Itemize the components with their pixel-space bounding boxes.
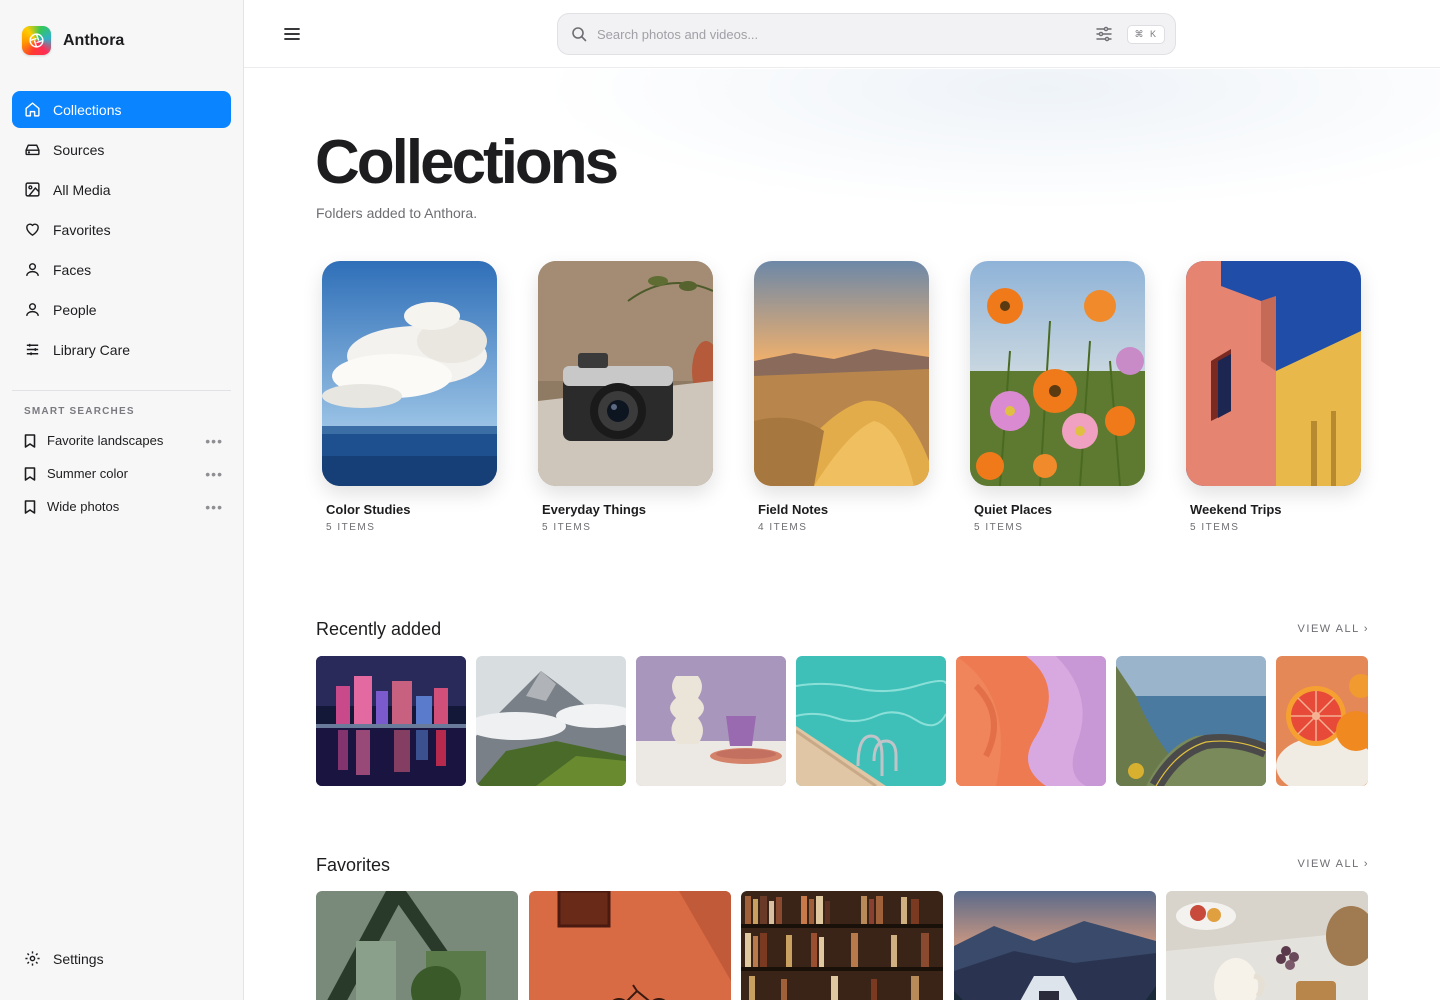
settings-button[interactable]: Settings — [24, 950, 104, 967]
media-thumbnail[interactable] — [528, 891, 731, 1000]
sidebar-item-label: Favorites — [53, 221, 111, 238]
smart-searches-heading: SMART SEARCHES — [24, 406, 135, 417]
collection-count: 5 ITEMS — [326, 522, 376, 533]
sidebar-item-collections[interactable]: Collections — [12, 91, 231, 128]
recently-added-heading: Recently added — [316, 619, 442, 639]
more-options-icon[interactable]: ••• — [205, 499, 223, 515]
sidebar-item-label: Collections — [53, 101, 122, 118]
page-title: Collections — [315, 128, 619, 197]
search-bar: ⌘ K — [557, 13, 1176, 55]
sidebar-divider — [12, 390, 231, 391]
sidebar-item-label: Library Care — [53, 341, 131, 358]
bookmark-icon — [24, 433, 36, 448]
brand[interactable]: Anthora — [22, 26, 124, 55]
collection-cover-image — [322, 261, 497, 486]
app-window: Anthora Collections Sources All Media Fa… — [0, 0, 1440, 1000]
collection-card[interactable]: Everyday Things 5 ITEMS — [538, 261, 713, 533]
main-content: Collections Folders added to Anthora. Co… — [244, 69, 1440, 1000]
more-options-icon[interactable]: ••• — [205, 466, 223, 482]
sidebar: Anthora Collections Sources All Media Fa… — [0, 0, 244, 1000]
media-thumbnail[interactable] — [956, 656, 1106, 786]
search-input[interactable] — [597, 26, 1096, 42]
sidebar-item-library-care[interactable]: Library Care — [12, 331, 231, 368]
collection-card[interactable]: Color Studies 5 ITEMS — [322, 261, 497, 533]
favorites-strip — [316, 891, 1368, 1000]
media-thumbnail[interactable] — [953, 891, 1156, 1000]
sidebar-item-all-media[interactable]: All Media — [12, 171, 231, 208]
sidebar-item-sources[interactable]: Sources — [12, 131, 231, 168]
media-thumbnail[interactable] — [1116, 656, 1266, 786]
app-logo-icon — [22, 26, 51, 55]
sidebar-nav: Collections Sources All Media Favorites … — [12, 91, 231, 371]
collection-name: Color Studies — [326, 502, 411, 517]
media-thumbnail[interactable] — [636, 656, 786, 786]
collection-count: 4 ITEMS — [758, 522, 808, 533]
media-thumbnail[interactable] — [741, 891, 943, 1000]
sidebar-item-label: Sources — [53, 141, 105, 158]
bookmark-icon — [24, 499, 36, 514]
sidebar-item-favorites[interactable]: Favorites — [12, 211, 231, 248]
collection-name: Quiet Places — [974, 502, 1053, 517]
media-thumbnail[interactable] — [796, 656, 946, 786]
sidebar-item-label: Faces — [53, 261, 92, 278]
top-bar: ⌘ K — [244, 0, 1440, 68]
media-thumbnail[interactable] — [1276, 656, 1368, 786]
media-thumbnail[interactable] — [1166, 891, 1368, 1000]
person-icon — [26, 303, 39, 316]
smart-search-label: Wide photos — [47, 499, 120, 514]
media-thumbnail[interactable] — [316, 891, 518, 1000]
collection-name: Everyday Things — [542, 502, 647, 517]
collection-card[interactable]: Quiet Places 5 ITEMS — [970, 261, 1145, 533]
search-icon — [572, 27, 587, 42]
page-subtitle: Folders added to Anthora. — [316, 205, 478, 221]
smart-searches-list: Favorite landscapes ••• Summer color •••… — [12, 424, 231, 523]
sidebar-item-people[interactable]: People — [12, 291, 231, 328]
smart-search-item[interactable]: Summer color ••• — [12, 457, 231, 490]
filter-icon[interactable] — [1095, 25, 1113, 43]
smart-search-label: Favorite landscapes — [47, 433, 164, 448]
recently-added-view-all-link[interactable]: VIEW ALL › — [1298, 623, 1369, 635]
collection-name: Field Notes — [758, 502, 829, 517]
person-icon — [26, 263, 39, 276]
bookmark-icon — [24, 466, 36, 481]
home-icon — [25, 102, 40, 117]
sliders-icon — [26, 343, 39, 356]
media-thumbnail[interactable] — [476, 656, 626, 786]
drive-icon — [25, 144, 40, 156]
collection-card[interactable]: Weekend Trips 5 ITEMS — [1186, 261, 1361, 533]
favorites-view-all-link[interactable]: VIEW ALL › — [1298, 858, 1369, 870]
keyboard-shortcut-badge: ⌘ K — [1127, 24, 1165, 44]
collection-count: 5 ITEMS — [974, 522, 1024, 533]
image-icon — [25, 182, 40, 197]
smart-search-item[interactable]: Wide photos ••• — [12, 490, 231, 523]
heart-icon — [26, 223, 39, 236]
collection-count: 5 ITEMS — [542, 522, 592, 533]
collection-cover-image — [754, 261, 929, 486]
collection-card[interactable]: Field Notes 4 ITEMS — [754, 261, 929, 533]
recently-added-strip — [316, 656, 1368, 786]
collection-name: Weekend Trips — [1190, 502, 1282, 517]
sidebar-item-faces[interactable]: Faces — [12, 251, 231, 288]
collections-grid: Color Studies 5 ITEMS Everyday Things 5 … — [322, 261, 1361, 533]
favorites-heading: Favorites — [316, 855, 391, 875]
smart-search-item[interactable]: Favorite landscapes ••• — [12, 424, 231, 457]
app-name: Anthora — [63, 31, 125, 49]
smart-search-label: Summer color — [47, 466, 128, 481]
settings-label: Settings — [53, 950, 104, 967]
more-options-icon[interactable]: ••• — [205, 433, 223, 449]
sidebar-item-label: People — [53, 301, 97, 318]
sidebar-item-label: All Media — [53, 181, 111, 198]
collection-cover-image — [1186, 261, 1361, 486]
media-thumbnail[interactable] — [316, 656, 466, 786]
gear-icon — [25, 951, 40, 966]
collection-count: 5 ITEMS — [1190, 522, 1240, 533]
menu-icon[interactable] — [282, 24, 302, 44]
collection-cover-image — [970, 261, 1145, 486]
collection-cover-image — [538, 261, 713, 486]
